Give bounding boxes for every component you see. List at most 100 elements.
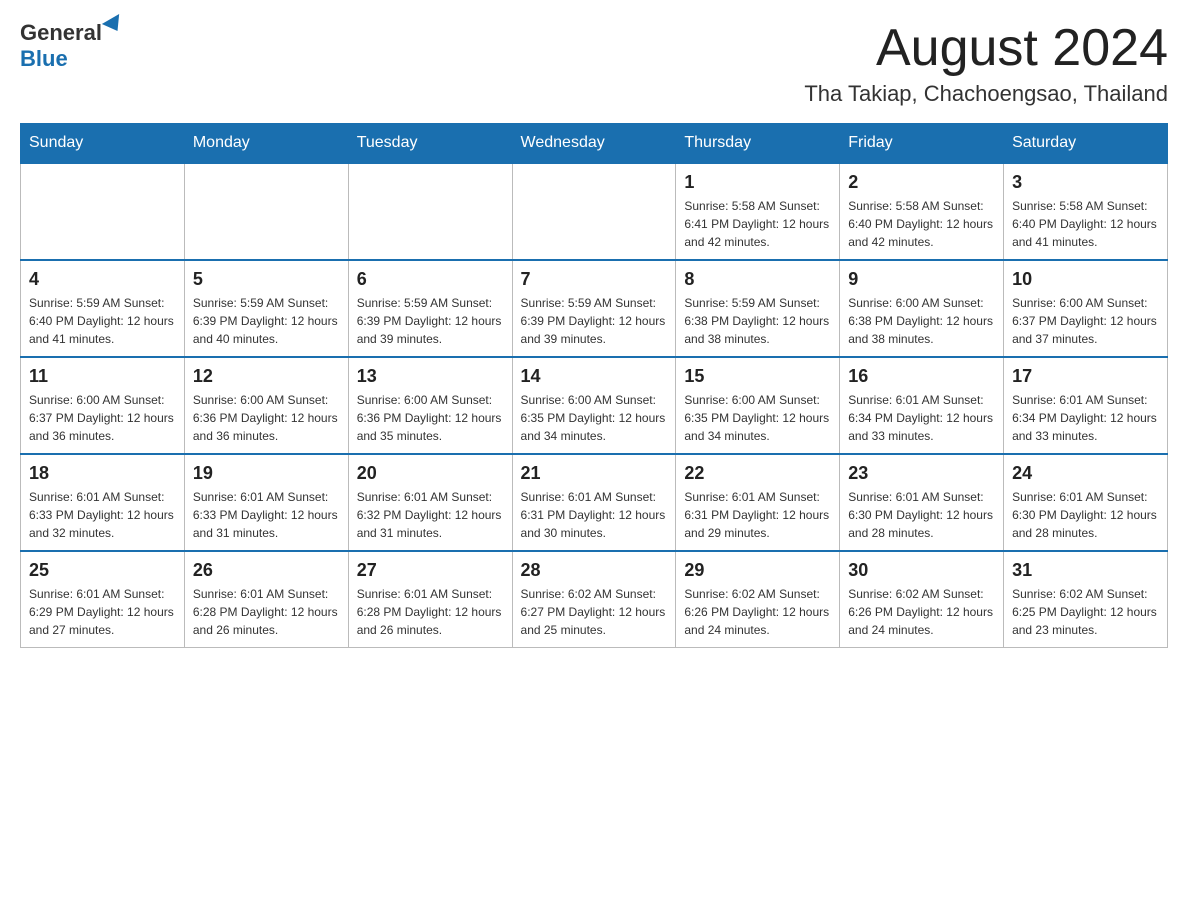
week-row-3: 11Sunrise: 6:00 AM Sunset: 6:37 PM Dayli… <box>21 357 1168 454</box>
calendar-cell: 4Sunrise: 5:59 AM Sunset: 6:40 PM Daylig… <box>21 260 185 357</box>
day-number: 7 <box>521 269 668 290</box>
calendar-cell: 18Sunrise: 6:01 AM Sunset: 6:33 PM Dayli… <box>21 454 185 551</box>
day-number: 16 <box>848 366 995 387</box>
week-row-2: 4Sunrise: 5:59 AM Sunset: 6:40 PM Daylig… <box>21 260 1168 357</box>
calendar-cell: 16 Sunrise: 6:01 AM Sunset: 6:34 PM Dayli… <box>840 357 1004 454</box>
day-info: Sunrise: 6:01 AM Sunset: 6:28 PM Dayligh… <box>357 585 504 639</box>
day-number: 30 <box>848 560 995 581</box>
day-number: 28 <box>521 560 668 581</box>
day-info: Sunrise: 6:00 AM Sunset: 6:37 PM Dayligh… <box>29 391 176 445</box>
day-info: Sunrise: 6:02 AM Sunset: 6:26 PM Dayligh… <box>848 585 995 639</box>
day-number: 21 <box>521 463 668 484</box>
calendar-cell <box>348 163 512 260</box>
subtitle: Tha Takiap, Chachoengsao, Thailand <box>804 81 1168 107</box>
calendar-header-sunday: Sunday <box>21 124 185 164</box>
calendar-cell: 24 Sunrise: 6:01 AM Sunset: 6:30 PM Dayli… <box>1004 454 1168 551</box>
day-number: 12 <box>193 366 340 387</box>
day-info: Sunrise: 6:01 AM Sunset: 6:28 PM Dayligh… <box>193 585 340 639</box>
day-number: 20 <box>357 463 504 484</box>
day-info: Sunrise: 5:59 AM Sunset: 6:38 PM Dayligh… <box>684 294 831 348</box>
calendar-cell: 28 Sunrise: 6:02 AM Sunset: 6:27 PM Dayli… <box>512 551 676 648</box>
day-info: Sunrise: 6:00 AM Sunset: 6:37 PM Dayligh… <box>1012 294 1159 348</box>
day-number: 29 <box>684 560 831 581</box>
calendar-cell: 1 Sunrise: 5:58 AM Sunset: 6:41 PM Daylig… <box>676 163 840 260</box>
day-number: 26 <box>193 560 340 581</box>
logo-general: General <box>20 20 102 46</box>
calendar-cell <box>512 163 676 260</box>
day-info: Sunrise: 6:01 AM Sunset: 6:29 PM Dayligh… <box>29 585 176 639</box>
day-info: Sunrise: 5:59 AM Sunset: 6:39 PM Dayligh… <box>521 294 668 348</box>
day-info: Sunrise: 6:01 AM Sunset: 6:31 PM Dayligh… <box>521 488 668 542</box>
calendar-header-saturday: Saturday <box>1004 124 1168 164</box>
day-info: Sunrise: 6:01 AM Sunset: 6:30 PM Dayligh… <box>848 488 995 542</box>
calendar-cell <box>21 163 185 260</box>
calendar-header-friday: Friday <box>840 124 1004 164</box>
day-number: 8 <box>684 269 831 290</box>
day-info: Sunrise: 6:01 AM Sunset: 6:33 PM Dayligh… <box>29 488 176 542</box>
calendar-header-wednesday: Wednesday <box>512 124 676 164</box>
day-info: Sunrise: 6:01 AM Sunset: 6:33 PM Dayligh… <box>193 488 340 542</box>
day-number: 19 <box>193 463 340 484</box>
calendar-cell: 14Sunrise: 6:00 AM Sunset: 6:35 PM Dayli… <box>512 357 676 454</box>
calendar-cell: 3 Sunrise: 5:58 AM Sunset: 6:40 PM Daylig… <box>1004 163 1168 260</box>
calendar-cell: 15 Sunrise: 6:00 AM Sunset: 6:35 PM Dayli… <box>676 357 840 454</box>
calendar-cell: 13 Sunrise: 6:00 AM Sunset: 6:36 PM Dayli… <box>348 357 512 454</box>
calendar-cell: 31Sunrise: 6:02 AM Sunset: 6:25 PM Dayli… <box>1004 551 1168 648</box>
calendar-cell: 10 Sunrise: 6:00 AM Sunset: 6:37 PM Dayli… <box>1004 260 1168 357</box>
calendar-cell: 23 Sunrise: 6:01 AM Sunset: 6:30 PM Dayli… <box>840 454 1004 551</box>
logo-blue: Blue <box>20 46 68 72</box>
calendar-cell: 17 Sunrise: 6:01 AM Sunset: 6:34 PM Dayli… <box>1004 357 1168 454</box>
logo: General Blue <box>20 20 124 72</box>
day-info: Sunrise: 6:01 AM Sunset: 6:34 PM Dayligh… <box>1012 391 1159 445</box>
logo-arrow-icon <box>102 14 126 36</box>
day-number: 27 <box>357 560 504 581</box>
day-info: Sunrise: 6:01 AM Sunset: 6:34 PM Dayligh… <box>848 391 995 445</box>
day-info: Sunrise: 5:58 AM Sunset: 6:40 PM Dayligh… <box>1012 197 1159 251</box>
day-number: 15 <box>684 366 831 387</box>
calendar-cell: 11Sunrise: 6:00 AM Sunset: 6:37 PM Dayli… <box>21 357 185 454</box>
calendar-cell: 6 Sunrise: 5:59 AM Sunset: 6:39 PM Daylig… <box>348 260 512 357</box>
day-number: 9 <box>848 269 995 290</box>
day-number: 3 <box>1012 172 1159 193</box>
calendar-header-row: SundayMondayTuesdayWednesdayThursdayFrid… <box>21 124 1168 164</box>
day-number: 6 <box>357 269 504 290</box>
day-info: Sunrise: 6:02 AM Sunset: 6:27 PM Dayligh… <box>521 585 668 639</box>
calendar-cell: 5Sunrise: 5:59 AM Sunset: 6:39 PM Daylig… <box>184 260 348 357</box>
calendar-cell: 8 Sunrise: 5:59 AM Sunset: 6:38 PM Daylig… <box>676 260 840 357</box>
day-info: Sunrise: 6:00 AM Sunset: 6:36 PM Dayligh… <box>357 391 504 445</box>
calendar-header-monday: Monday <box>184 124 348 164</box>
calendar-cell: 21 Sunrise: 6:01 AM Sunset: 6:31 PM Dayli… <box>512 454 676 551</box>
calendar-cell: 9 Sunrise: 6:00 AM Sunset: 6:38 PM Daylig… <box>840 260 1004 357</box>
main-title: August 2024 <box>804 20 1168 77</box>
day-number: 23 <box>848 463 995 484</box>
day-number: 31 <box>1012 560 1159 581</box>
day-number: 14 <box>521 366 668 387</box>
day-number: 1 <box>684 172 831 193</box>
day-info: Sunrise: 5:59 AM Sunset: 6:39 PM Dayligh… <box>357 294 504 348</box>
calendar-cell: 19 Sunrise: 6:01 AM Sunset: 6:33 PM Dayli… <box>184 454 348 551</box>
calendar-cell: 12 Sunrise: 6:00 AM Sunset: 6:36 PM Dayli… <box>184 357 348 454</box>
day-number: 24 <box>1012 463 1159 484</box>
calendar-cell: 29 Sunrise: 6:02 AM Sunset: 6:26 PM Dayli… <box>676 551 840 648</box>
day-number: 17 <box>1012 366 1159 387</box>
day-number: 2 <box>848 172 995 193</box>
title-block: August 2024 Tha Takiap, Chachoengsao, Th… <box>804 20 1168 107</box>
calendar-cell: 7 Sunrise: 5:59 AM Sunset: 6:39 PM Daylig… <box>512 260 676 357</box>
calendar-cell <box>184 163 348 260</box>
week-row-4: 18Sunrise: 6:01 AM Sunset: 6:33 PM Dayli… <box>21 454 1168 551</box>
week-row-1: 1 Sunrise: 5:58 AM Sunset: 6:41 PM Daylig… <box>21 163 1168 260</box>
day-info: Sunrise: 6:00 AM Sunset: 6:36 PM Dayligh… <box>193 391 340 445</box>
day-number: 10 <box>1012 269 1159 290</box>
day-info: Sunrise: 6:01 AM Sunset: 6:32 PM Dayligh… <box>357 488 504 542</box>
day-info: Sunrise: 6:00 AM Sunset: 6:38 PM Dayligh… <box>848 294 995 348</box>
day-number: 13 <box>357 366 504 387</box>
day-info: Sunrise: 6:01 AM Sunset: 6:30 PM Dayligh… <box>1012 488 1159 542</box>
day-info: Sunrise: 6:00 AM Sunset: 6:35 PM Dayligh… <box>684 391 831 445</box>
day-info: Sunrise: 5:58 AM Sunset: 6:41 PM Dayligh… <box>684 197 831 251</box>
day-number: 5 <box>193 269 340 290</box>
day-info: Sunrise: 6:02 AM Sunset: 6:26 PM Dayligh… <box>684 585 831 639</box>
day-number: 4 <box>29 269 176 290</box>
day-info: Sunrise: 6:01 AM Sunset: 6:31 PM Dayligh… <box>684 488 831 542</box>
calendar-table: SundayMondayTuesdayWednesdayThursdayFrid… <box>20 123 1168 648</box>
calendar-cell: 25Sunrise: 6:01 AM Sunset: 6:29 PM Dayli… <box>21 551 185 648</box>
